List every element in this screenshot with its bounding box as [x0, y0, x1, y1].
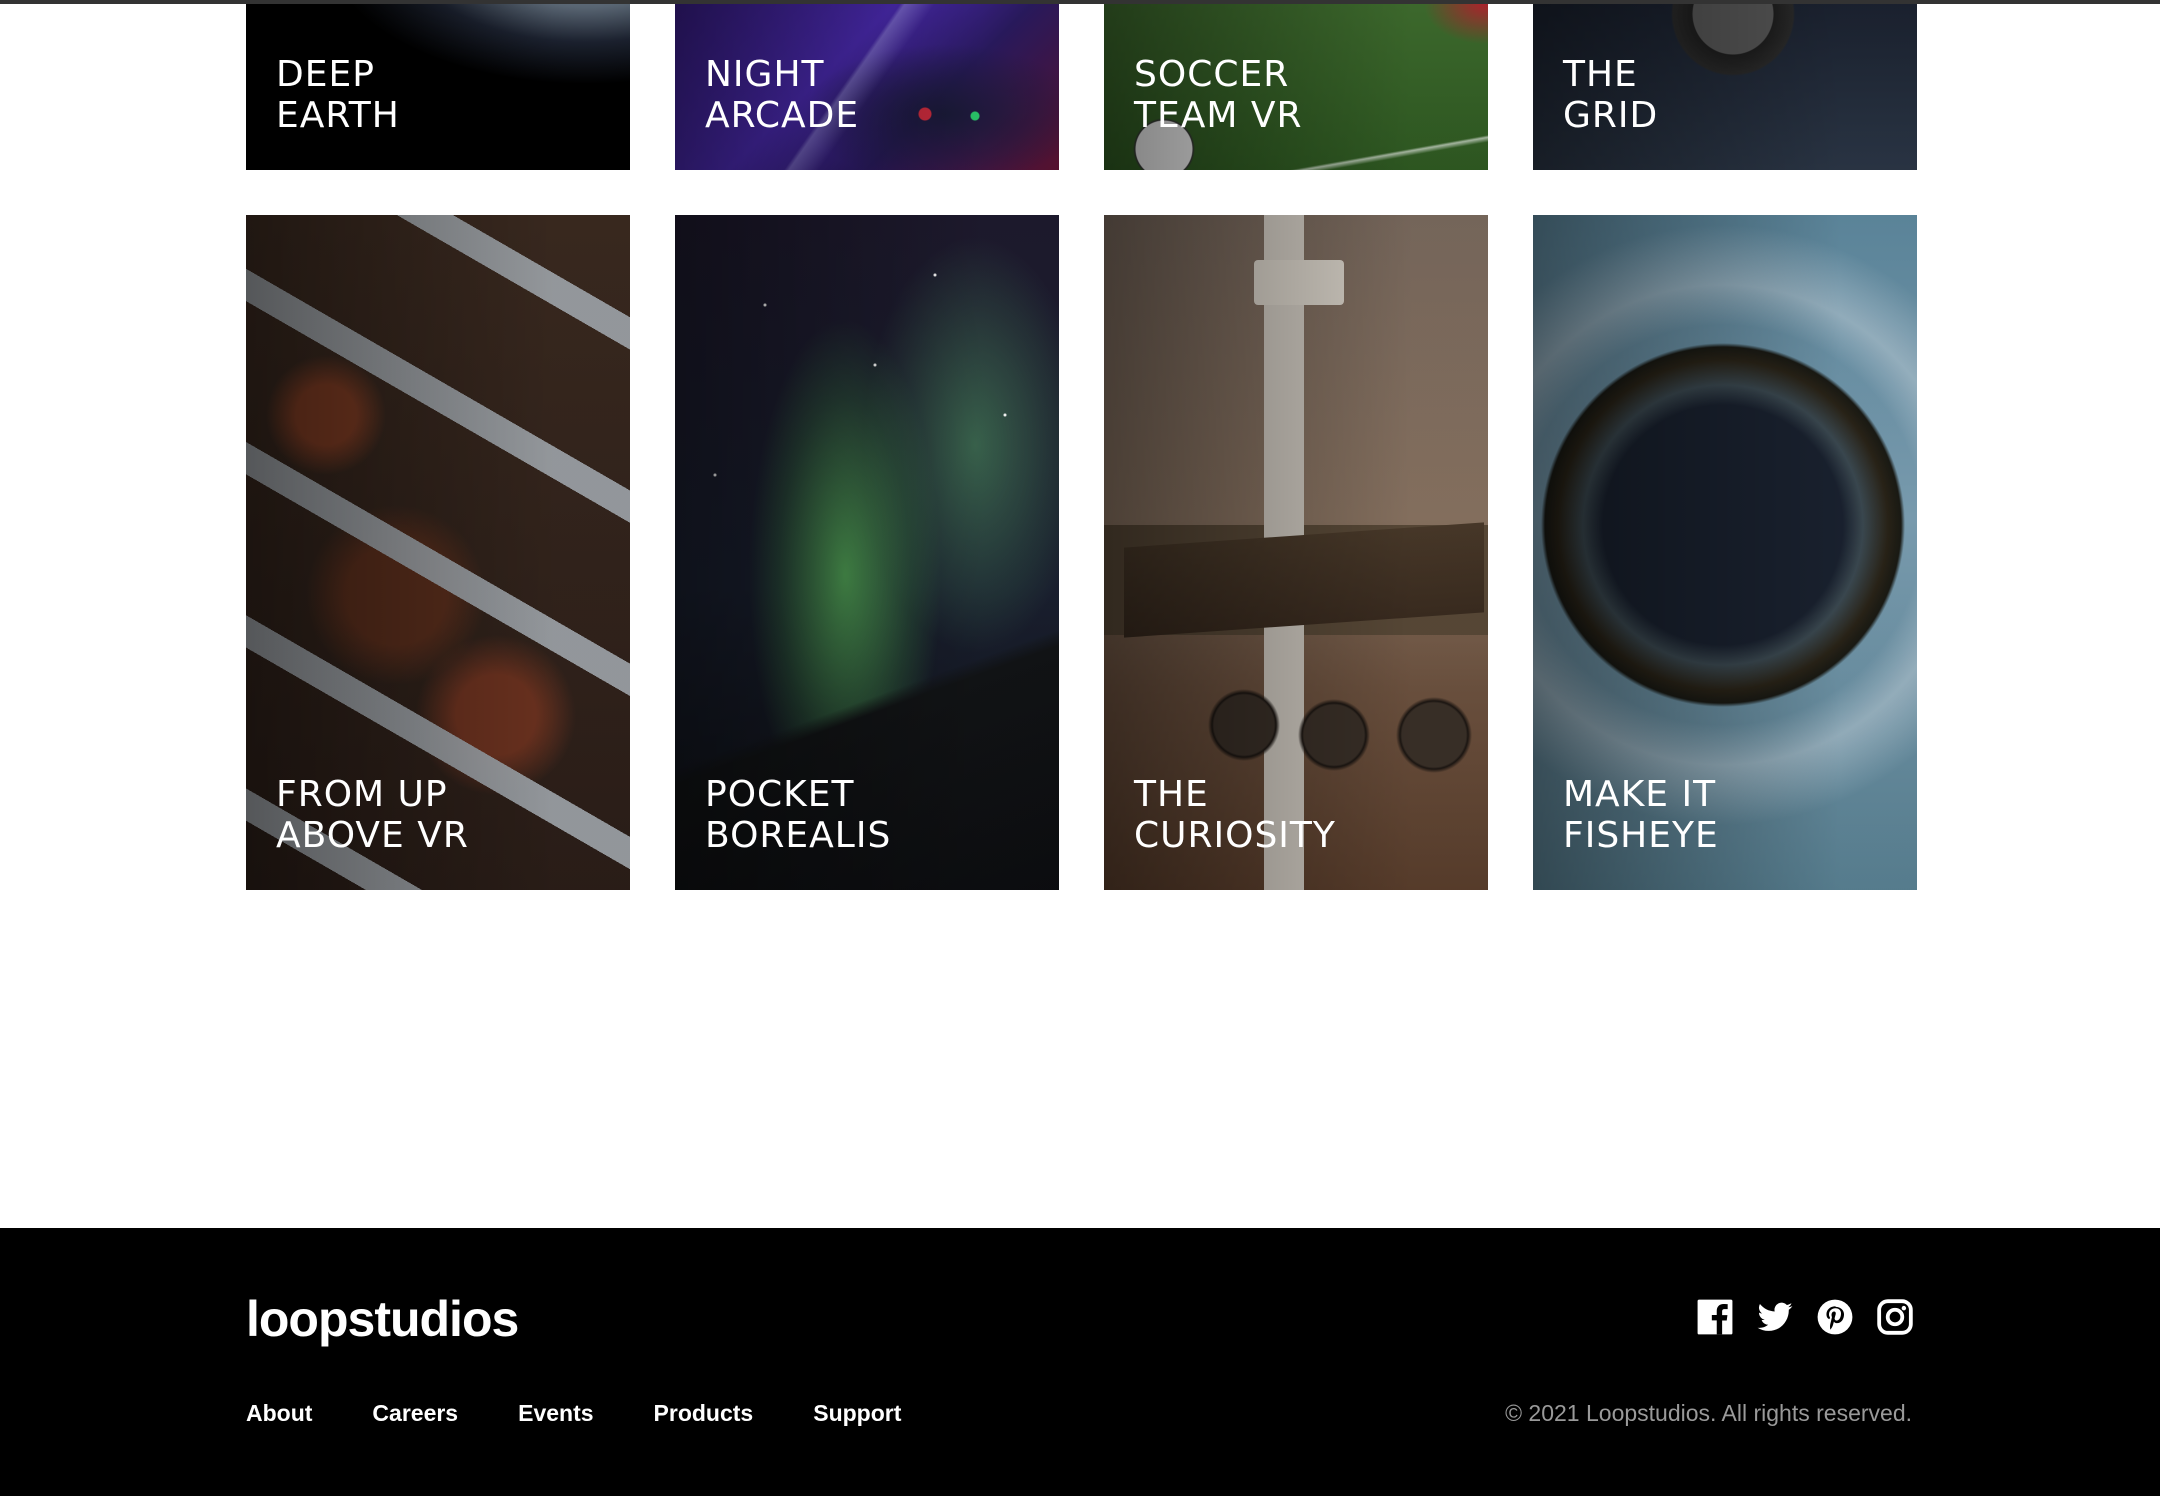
- creation-card-deep-earth[interactable]: DEEP EARTH: [246, 4, 630, 170]
- footer-link-careers[interactable]: Careers: [372, 1398, 458, 1428]
- twitter-icon[interactable]: [1756, 1298, 1794, 1336]
- footer-logo[interactable]: loopstudios: [246, 1290, 519, 1348]
- footer-link-events[interactable]: Events: [518, 1398, 593, 1428]
- site-footer: loopstudios About Careers Events Product…: [0, 1228, 2160, 1496]
- creation-card-night-arcade[interactable]: NIGHT ARCADE: [675, 4, 1059, 170]
- footer-link-support[interactable]: Support: [813, 1398, 901, 1428]
- creation-title: FROM UP ABOVE VR: [276, 774, 469, 856]
- social-links: [1696, 1298, 1914, 1336]
- footer-link-about[interactable]: About: [246, 1398, 312, 1428]
- footer-link-products[interactable]: Products: [654, 1398, 754, 1428]
- instagram-icon[interactable]: [1876, 1298, 1914, 1336]
- creation-title: THE CURIOSITY: [1134, 774, 1336, 856]
- creation-card-soccer-team-vr[interactable]: SOCCER TEAM VR: [1104, 4, 1488, 170]
- creation-title: DEEP EARTH: [276, 54, 400, 136]
- creation-card-the-curiosity[interactable]: THE CURIOSITY: [1104, 215, 1488, 890]
- creation-card-pocket-borealis[interactable]: POCKET BOREALIS: [675, 215, 1059, 890]
- creations-gallery: DEEP EARTH NIGHT ARCADE SOCCER TEAM VR T…: [0, 0, 2160, 1228]
- creation-card-the-grid[interactable]: THE GRID: [1533, 4, 1917, 170]
- creation-title: POCKET BOREALIS: [705, 774, 892, 856]
- pinterest-icon[interactable]: [1816, 1298, 1854, 1336]
- creation-title: SOCCER TEAM VR: [1134, 54, 1303, 136]
- copyright-text: © 2021 Loopstudios. All rights reserved.: [1505, 1400, 1912, 1426]
- creation-title: NIGHT ARCADE: [705, 54, 860, 136]
- creation-card-from-up-above-vr[interactable]: FROM UP ABOVE VR: [246, 215, 630, 890]
- creation-title: MAKE IT FISHEYE: [1563, 774, 1719, 856]
- creation-title: THE GRID: [1563, 54, 1659, 136]
- creation-card-make-it-fisheye[interactable]: MAKE IT FISHEYE: [1533, 215, 1917, 890]
- footer-nav: About Careers Events Products Support: [246, 1398, 901, 1428]
- facebook-icon[interactable]: [1696, 1298, 1734, 1336]
